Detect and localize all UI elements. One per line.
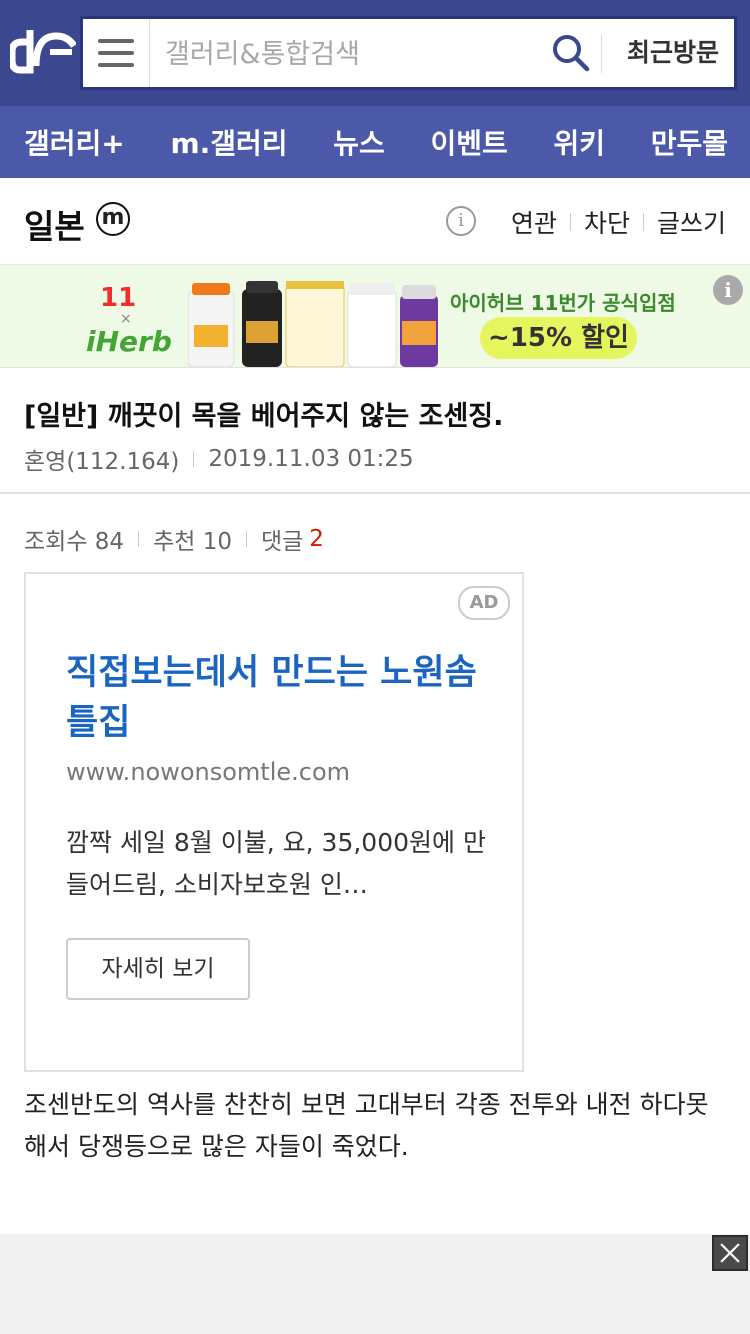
hamburger-icon [98,39,134,43]
comment-count[interactable]: 2 [309,526,324,552]
main-nav: 갤러리+ m.갤러리 뉴스 이벤트 위키 만두몰 [0,106,750,178]
ad-title[interactable]: 직접보는데서 만드는 노원솜틀집 [66,648,496,748]
nav-item-m-gallery[interactable]: m.갤러리 [170,122,287,162]
post-meta: 혼영(112.164) 2019.11.03 01:25 [24,442,414,476]
banner-headline: 아이허브 11번가 공식입점 [450,291,676,315]
gallery-header: 일본 m i 연관 차단 글쓰기 [0,178,750,265]
gallery-actions: 연관 차단 글쓰기 [511,204,726,240]
post-header: [일반] 깨끗이 목을 베어주지 않는 조센징. 혼영(112.164) 201… [0,368,750,494]
gallery-title[interactable]: 일본 [24,200,85,248]
nav-item-mandu-mall[interactable]: 만두몰 [651,122,728,162]
ad-badge: AD [458,586,510,620]
recent-visits-button[interactable]: 최근방문 [613,19,733,87]
ad-details-button[interactable]: 자세히 보기 [66,938,250,1000]
divider [601,35,602,73]
post-author[interactable]: 혼영(112.164) [24,442,179,476]
supplement-bottles-image [188,281,438,367]
comment-label[interactable]: 댓글 [261,522,303,556]
nav-item-news[interactable]: 뉴스 [333,122,385,162]
block-button[interactable]: 차단 [584,204,630,240]
write-button[interactable]: 글쓰기 [657,204,726,240]
recommend-count: 추천 10 [153,529,232,555]
nav-item-wiki[interactable]: 위키 [553,122,605,162]
bottom-ad-area[interactable] [0,1234,750,1334]
related-button[interactable]: 연관 [511,204,557,240]
discount-badge: ~15% 할인 [480,317,637,359]
post-title: [일반] 깨끗이 목을 베어주지 않는 조센징. [24,401,504,432]
minor-gallery-badge: m [96,202,130,236]
search-box: 최근방문 [80,16,737,90]
close-icon[interactable] [712,1235,748,1271]
search-input[interactable] [163,19,547,89]
menu-button[interactable] [83,19,150,87]
info-icon[interactable]: i [446,206,476,236]
11st-logo: 11 [100,283,137,313]
nav-item-gallery-plus[interactable]: 갤러리+ [24,122,125,162]
ad-info-icon[interactable]: i [713,275,743,305]
post-date: 2019.11.03 01:25 [208,446,414,472]
dc-logo[interactable] [10,22,76,78]
ad-url[interactable]: www.nowonsomtle.com [66,758,350,786]
iherb-banner-ad[interactable]: 11 × iHerb 아이허브 11번가 공식입점 ~15% 할인 [0,265,750,368]
view-count: 조회수 84 [24,529,125,555]
post-body: 조센반도의 역사를 찬찬히 보면 고대부터 각종 전투와 내전 하다못해서 당쟁… [24,1090,709,1161]
nav-item-event[interactable]: 이벤트 [430,122,507,162]
ad-description: 깜짝 세일 8월 이불, 요, 35,000원에 만들어드림, 소비자보호원 인… [66,828,486,899]
text-ad[interactable]: AD 직접보는데서 만드는 노원솜틀집 www.nowonsomtle.com … [24,572,524,1072]
iherb-logo: iHerb [86,325,172,358]
post-stats: 조회수 84 추천 10 댓글 2 [24,522,324,556]
search-icon[interactable] [551,33,591,73]
top-bar: 최근방문 [0,0,750,106]
